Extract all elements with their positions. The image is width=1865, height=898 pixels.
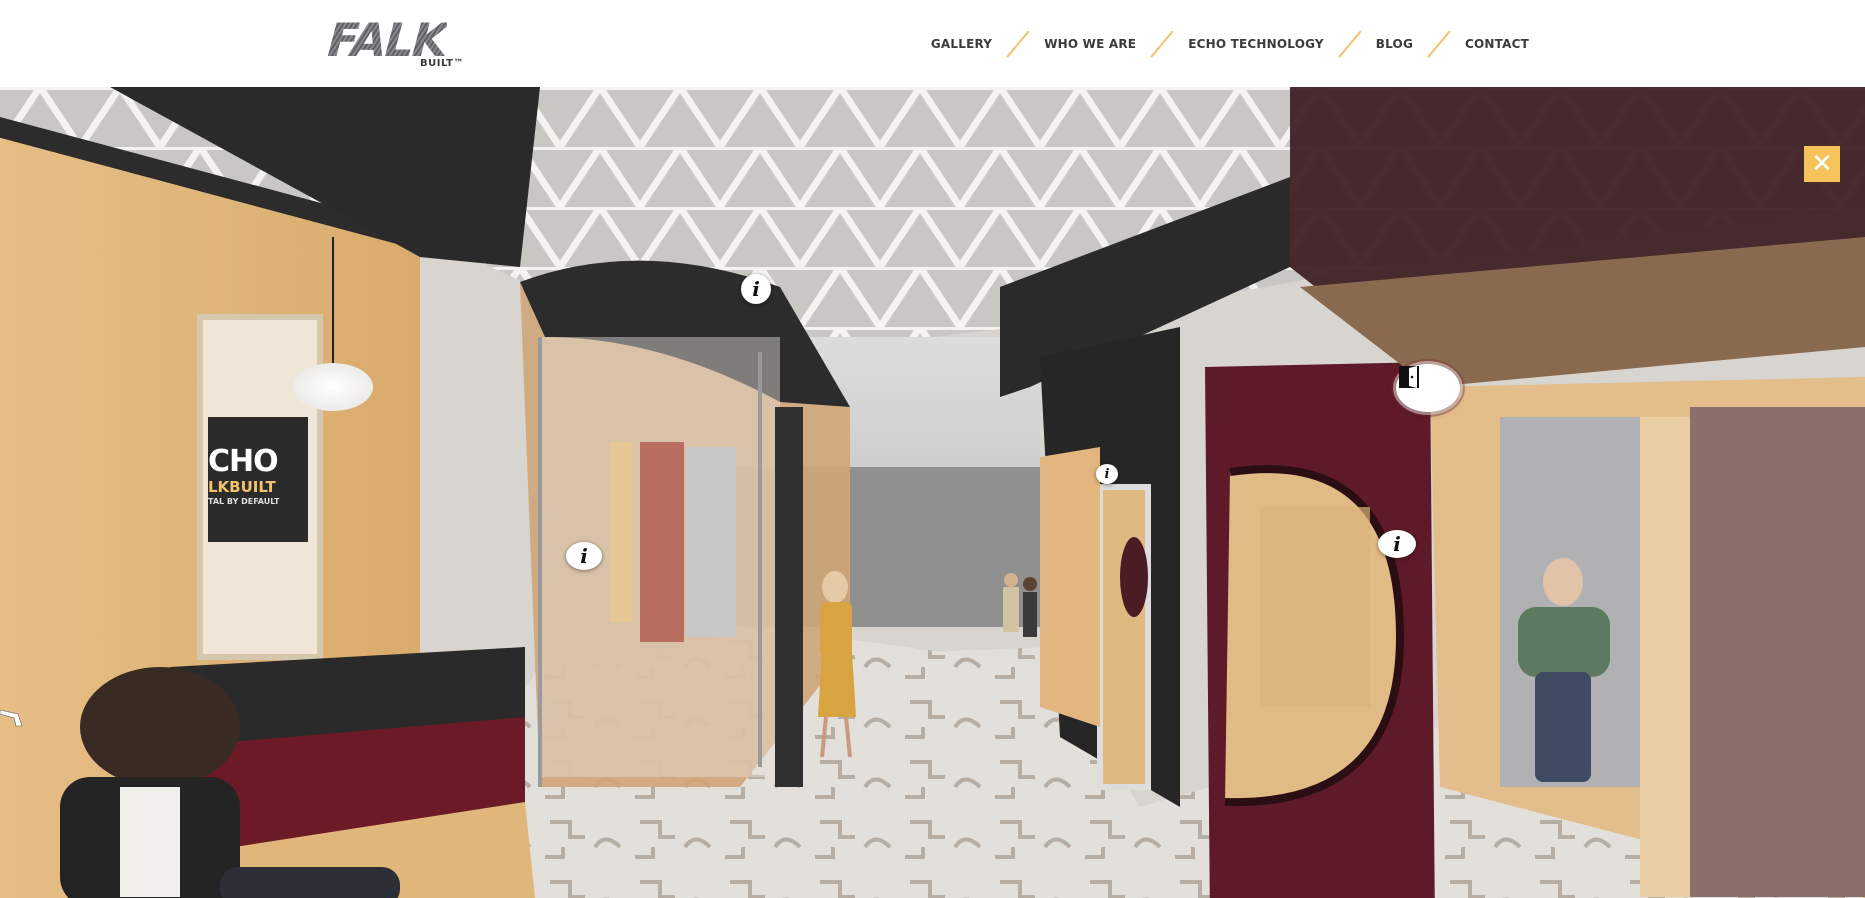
site-header: FALK BUILT™ GALLERY WHO WE ARE ECHO TECH… (0, 0, 1865, 87)
close-tour-button[interactable]: ✕ (1804, 146, 1840, 182)
virtual-tour-viewer[interactable]: CHO LKBUILT TAL BY DEFAULT ✕ i i i i (0, 87, 1865, 898)
main-nav: GALLERY WHO WE ARE ECHO TECHNOLOGY BLOG … (931, 0, 1529, 87)
info-hotspot-door[interactable]: i (1096, 464, 1118, 484)
echo-sign-brand: LKBUILT (208, 478, 276, 496)
door-icon (1399, 366, 1419, 388)
nav-echo-technology[interactable]: ECHO TECHNOLOGY (1188, 37, 1324, 51)
nav-separator (1004, 30, 1032, 58)
nav-separator (1148, 30, 1176, 58)
falk-built-logo[interactable]: FALK BUILT™ (326, 13, 468, 72)
nav-separator (1336, 30, 1364, 58)
info-hotspot-burgundy-panel[interactable]: i (1378, 530, 1416, 558)
logo-subtext: BUILT™ (419, 58, 464, 69)
echo-sign-tagline: TAL BY DEFAULT (208, 497, 280, 506)
info-hotspot-glass-room[interactable]: i (741, 274, 771, 304)
info-hotspot-wood-shelves[interactable]: i (566, 542, 602, 570)
floor-navigation-arrow-icon[interactable] (0, 708, 30, 728)
nav-contact[interactable]: CONTACT (1465, 37, 1529, 51)
door-navigation-hotspot[interactable] (1396, 364, 1460, 412)
nav-who-we-are[interactable]: WHO WE ARE (1044, 37, 1136, 51)
echo-sign-title: CHO (208, 444, 279, 479)
nav-blog[interactable]: BLOG (1376, 37, 1413, 51)
nav-gallery[interactable]: GALLERY (931, 37, 992, 51)
nav-separator (1425, 30, 1453, 58)
logo-wordmark: FALK (326, 13, 448, 67)
